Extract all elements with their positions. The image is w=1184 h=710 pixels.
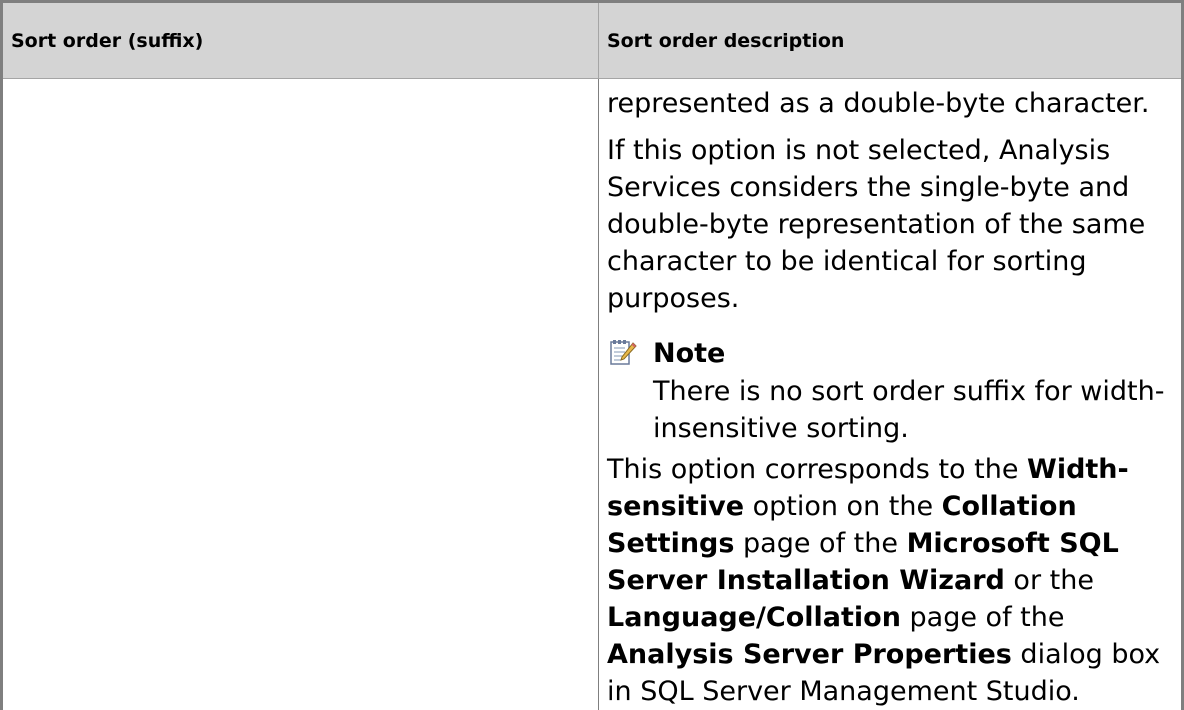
p3-text-2: option on the — [744, 491, 942, 522]
description-paragraph-3: This option corresponds to the Width-sen… — [607, 451, 1177, 710]
header-sort-order-suffix: Sort order (suffix) — [11, 29, 204, 52]
note-box: Note There is no sort order suffix for w… — [607, 333, 1177, 447]
p3-text-4: or the — [1004, 565, 1094, 596]
note-title: Note — [653, 337, 726, 369]
table-border-left — [0, 0, 3, 710]
note-header: Note — [607, 333, 1177, 373]
description-cell: represented as a double-byte character. … — [607, 79, 1177, 710]
column-divider — [598, 79, 599, 710]
note-pencil-icon — [610, 340, 637, 365]
p3-text-1: This option corresponds to the — [607, 454, 1028, 485]
sort-order-table: Sort order (suffix) Sort order descripti… — [0, 0, 1184, 710]
note-text: There is no sort order suffix for width-… — [653, 376, 1165, 444]
p3-bold-analysis-server-properties: Analysis Server Properties — [607, 639, 1012, 670]
p3-text-3: page of the — [734, 528, 907, 559]
table-header-row: Sort order (suffix) Sort order descripti… — [3, 3, 1181, 79]
description-paragraph-2: If this option is not selected, Analysis… — [607, 135, 1146, 314]
p3-bold-language-collation: Language/Collation — [607, 602, 901, 633]
header-sort-order-description: Sort order description — [598, 3, 1181, 78]
p3-text-5: page of the — [900, 602, 1065, 633]
description-paragraph-1: represented as a double-byte character. — [607, 88, 1150, 119]
